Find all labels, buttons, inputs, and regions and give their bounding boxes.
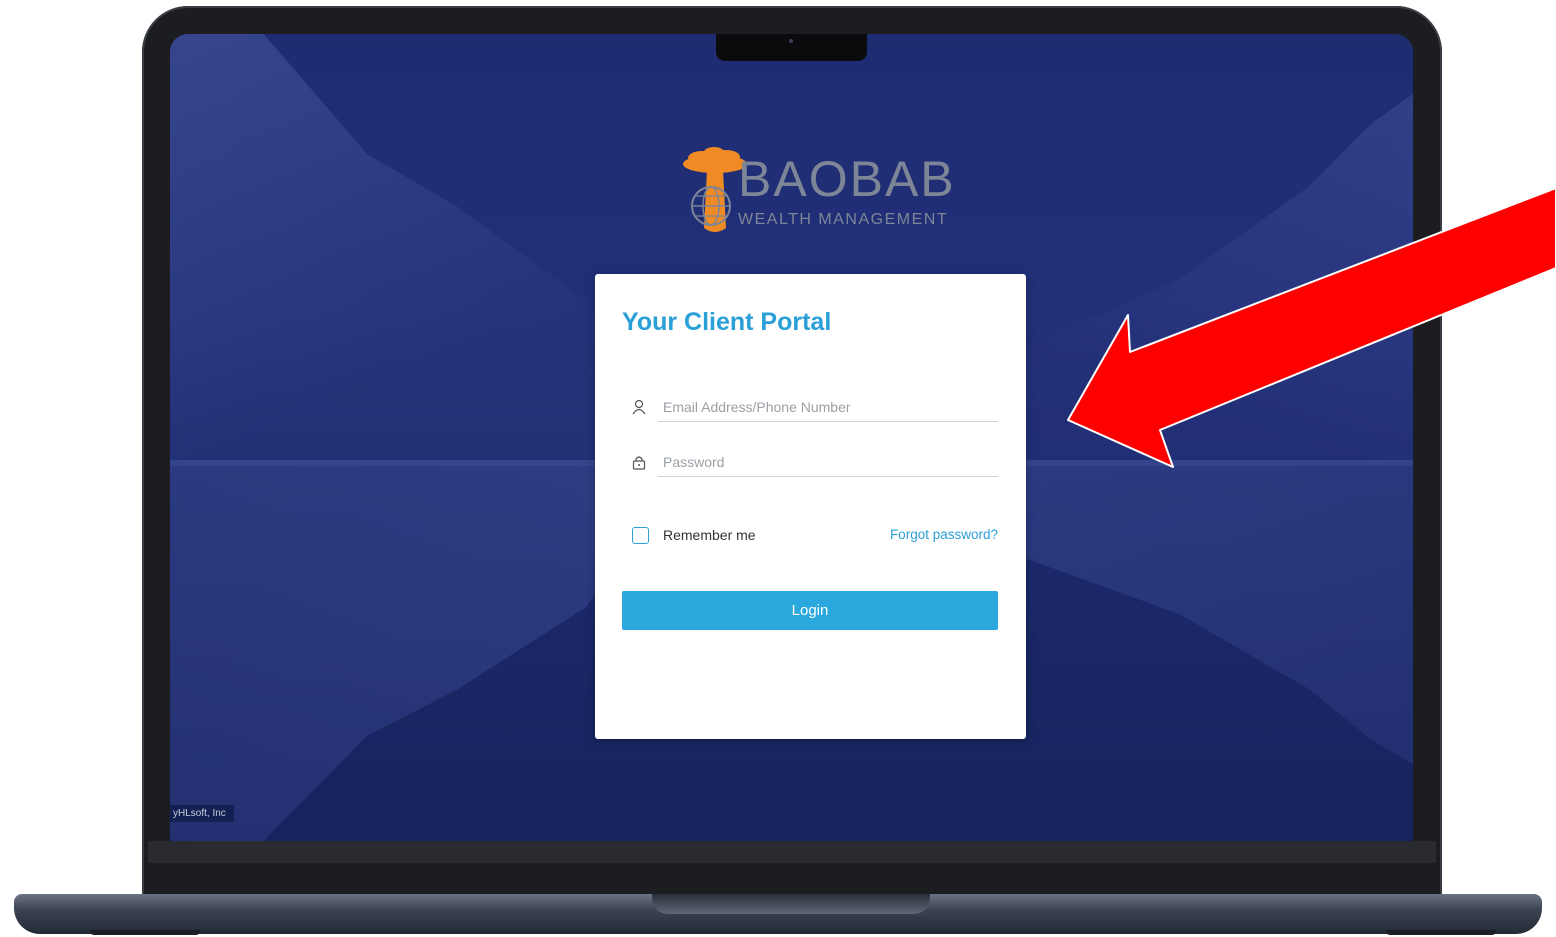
laptop-foot-right bbox=[1386, 930, 1496, 935]
password-input[interactable] bbox=[658, 447, 998, 477]
brand-tagline: WEALTH MANAGEMENT bbox=[738, 211, 949, 228]
email-input[interactable] bbox=[658, 392, 998, 422]
password-field bbox=[631, 447, 998, 477]
remember-me[interactable]: Remember me bbox=[632, 525, 756, 545]
remember-checkbox[interactable] bbox=[632, 526, 649, 544]
brand-name: BAOBAB bbox=[738, 151, 956, 207]
footer-credit: yHLsoft, Inc bbox=[170, 805, 234, 822]
remember-label: Remember me bbox=[663, 527, 756, 543]
camera-icon bbox=[789, 39, 793, 43]
email-field bbox=[631, 392, 998, 422]
login-button[interactable]: Login bbox=[622, 591, 998, 630]
page-title: Your Client Portal bbox=[622, 308, 832, 336]
baobab-logo: BAOBAB WEALTH MANAGEMENT bbox=[680, 146, 954, 242]
screen-bezel-bottom bbox=[148, 841, 1436, 863]
red-arrow-icon bbox=[1067, 187, 1556, 468]
laptop-foot-left bbox=[90, 930, 200, 935]
login-card: Your Client Portal Remember me bbox=[595, 274, 1026, 739]
user-icon bbox=[632, 399, 646, 415]
laptop-mockup: BAOBAB WEALTH MANAGEMENT Your Client Por… bbox=[0, 0, 1556, 937]
camera-notch bbox=[716, 34, 867, 61]
forgot-password-link[interactable]: Forgot password? bbox=[890, 527, 998, 542]
laptop-opening-groove bbox=[652, 894, 930, 914]
lock-icon bbox=[632, 456, 646, 470]
